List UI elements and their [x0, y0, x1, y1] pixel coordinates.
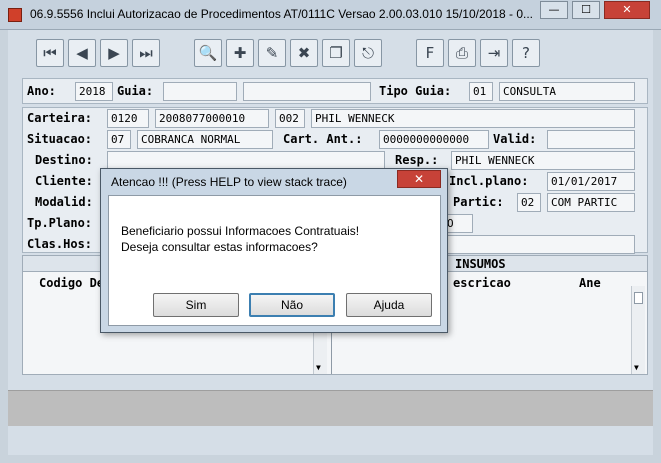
ano-field[interactable]: 2018: [75, 82, 113, 101]
minimize-button[interactable]: —: [540, 1, 568, 19]
codigo-column-header: Codigo De: [39, 276, 105, 290]
resp-label: Resp.:: [395, 153, 439, 167]
situacao-code-field[interactable]: 07: [107, 130, 131, 149]
partic-code-field[interactable]: 02: [517, 193, 541, 212]
search-button[interactable]: 🔍: [194, 39, 222, 67]
cart-ant-label: Cart. Ant.:: [283, 132, 363, 146]
carteira-field-1[interactable]: 0120: [107, 109, 149, 128]
valid-label: Valid:: [493, 132, 537, 146]
carteira-label: Carteira:: [27, 111, 93, 125]
dialog-title: Atencao !!! (Press HELP to view stack tr…: [111, 175, 347, 189]
partic-label: Partic:: [453, 195, 504, 209]
guia-field[interactable]: [163, 82, 237, 101]
right-scrollbar[interactable]: ▼: [631, 286, 645, 374]
copy-button[interactable]: ❐: [322, 39, 350, 67]
exit-door-icon: ⎋: [362, 44, 374, 62]
ano-label: Ano:: [27, 84, 56, 98]
previous-record-button[interactable]: ◀: [68, 39, 96, 67]
delete-button[interactable]: ✖: [290, 39, 318, 67]
incl-plano-field[interactable]: 01/01/2017: [547, 172, 635, 191]
situacao-label: Situacao:: [27, 132, 93, 146]
previous-icon: ◀: [76, 44, 88, 62]
exit-button[interactable]: ⎋: [354, 39, 382, 67]
status-bar: [8, 390, 653, 426]
print-button[interactable]: ⎙: [448, 39, 476, 67]
ane-column-header: Ane: [579, 276, 601, 290]
guia-label: Guia:: [117, 84, 154, 98]
tipo-guia-label: Tipo Guia:: [379, 84, 452, 98]
form-button[interactable]: F: [416, 39, 444, 67]
add-icon: ✚: [233, 44, 247, 62]
dialog-message-line2: Deseja consultar estas informacoes?: [121, 240, 318, 254]
destino-label: Destino:: [35, 153, 93, 167]
carteira-field-3[interactable]: 002: [275, 109, 305, 128]
scroll-thumb[interactable]: [634, 292, 643, 304]
window-titlebar: 06.9.5556 Inclui Autorizacao de Procedim…: [0, 0, 661, 30]
dialog-body: Beneficiario possui Informacoes Contratu…: [108, 195, 441, 326]
first-icon: ⏮: [43, 44, 57, 62]
tipo-guia-desc-field: CONSULTA: [499, 82, 635, 101]
close-button[interactable]: ✕: [604, 1, 650, 19]
print-icon: ⎙: [455, 44, 468, 62]
cliente-label: Cliente:: [35, 174, 93, 188]
insumos-title: INSUMOS: [455, 257, 506, 271]
incl-plano-label: Incl.plano:: [449, 174, 529, 188]
help-icon: ?: [522, 44, 530, 62]
resp-field: PHIL WENNECK: [451, 151, 635, 170]
scroll-down-icon: ▼: [316, 363, 321, 372]
alert-dialog: Atencao !!! (Press HELP to view stack tr…: [100, 168, 448, 333]
cart-ant-field[interactable]: 0000000000000: [379, 130, 489, 149]
header-panel: Ano: 2018 Guia: Tipo Guia: 01 CONSULTA: [22, 78, 648, 104]
toolbar: ⏮ ◀ ▶ ⏭ 🔍 ✚ ✎ ✖ ❐ ⎋ F ⎙ ⇥ ?: [18, 36, 644, 72]
edit-button[interactable]: ✎: [258, 39, 286, 67]
maximize-button[interactable]: ☐: [572, 1, 600, 19]
app-icon: [8, 8, 22, 22]
add-button[interactable]: ✚: [226, 39, 254, 67]
first-record-button[interactable]: ⏮: [36, 39, 64, 67]
valid-field[interactable]: [547, 130, 635, 149]
carteira-field-2[interactable]: 2008077000010: [155, 109, 269, 128]
partic-desc-field: COM PARTIC: [547, 193, 635, 212]
tipo-guia-code-field[interactable]: 01: [469, 82, 493, 101]
carteira-name-field: PHIL WENNECK: [311, 109, 635, 128]
delete-icon: ✖: [297, 44, 311, 62]
clas-hos-field[interactable]: [443, 235, 635, 254]
dialog-message-line1: Beneficiario possui Informacoes Contratu…: [121, 224, 360, 238]
next-record-button[interactable]: ▶: [100, 39, 128, 67]
sim-button[interactable]: Sim: [153, 293, 239, 317]
key-icon: 🔍: [198, 44, 218, 62]
scroll-down-icon: ▼: [634, 363, 639, 372]
ajuda-button[interactable]: Ajuda: [346, 293, 432, 317]
edit-icon: ✎: [265, 44, 279, 62]
last-icon: ⏭: [139, 44, 153, 62]
situacao-desc-field: COBRANCA NORMAL: [137, 130, 273, 149]
export-icon: ⇥: [487, 44, 501, 62]
nao-button[interactable]: Não: [249, 293, 335, 317]
modalid-label: Modalid:: [35, 195, 93, 209]
clas-hos-label: Clas.Hos:: [27, 237, 93, 251]
descricao-column-header: escricao: [453, 276, 511, 290]
help-button[interactable]: ?: [512, 39, 540, 67]
dialog-close-button[interactable]: ✕: [397, 170, 441, 188]
window-title: 06.9.5556 Inclui Autorizacao de Procedim…: [30, 7, 534, 21]
last-record-button[interactable]: ⏭: [132, 39, 160, 67]
guia-field-2[interactable]: [243, 82, 371, 101]
tp-plano-label: Tp.Plano:: [27, 216, 93, 230]
form-icon: F: [425, 44, 435, 62]
next-icon: ▶: [108, 44, 120, 62]
export-button[interactable]: ⇥: [480, 39, 508, 67]
copy-icon: ❐: [329, 44, 343, 62]
